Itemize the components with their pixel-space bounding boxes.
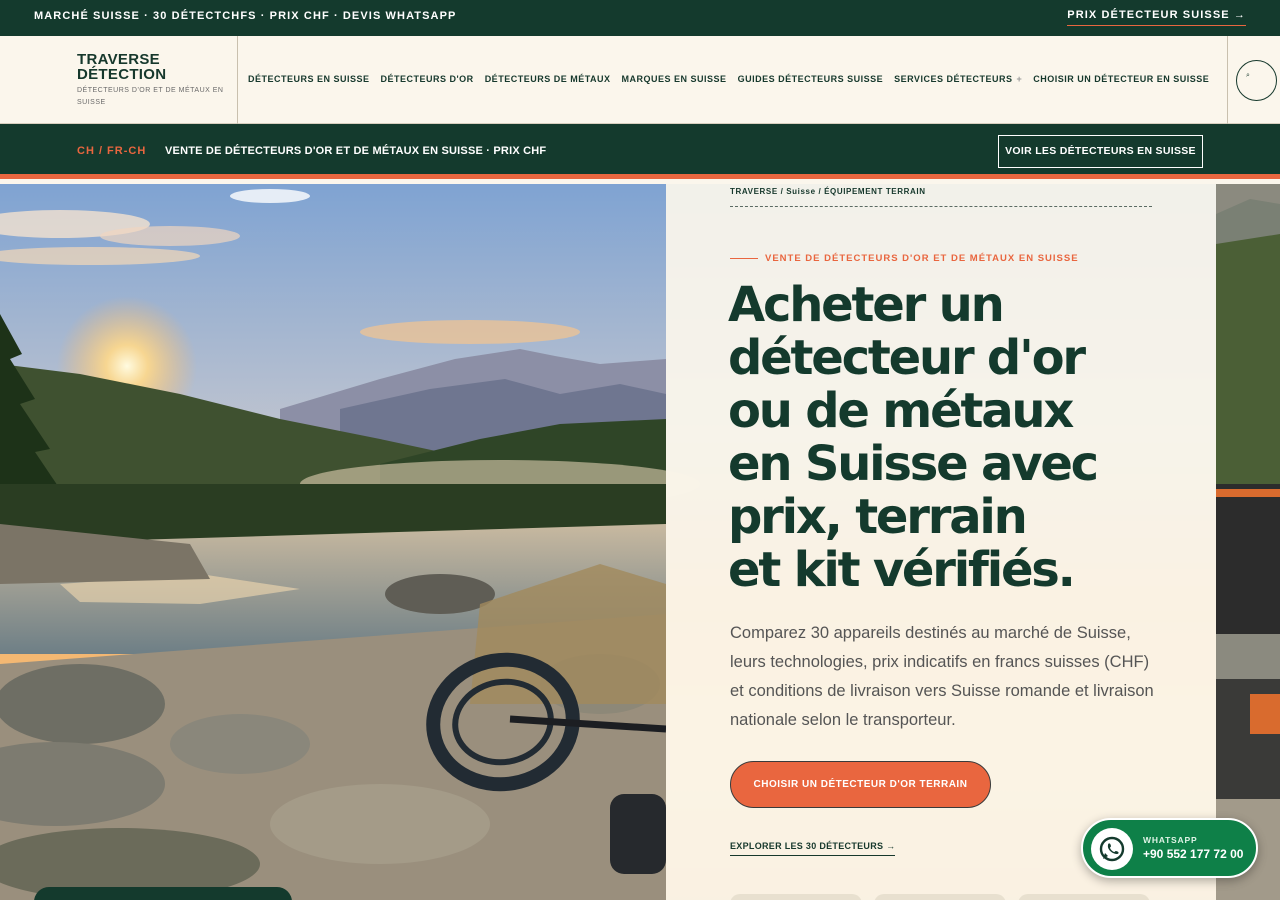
hero-title-line: prix, terrain xyxy=(728,489,1028,545)
nav-item-detecteurs-or[interactable]: DÉTECTEURS D'OR xyxy=(381,74,474,84)
hero-title-line: en Suisse avec xyxy=(728,436,1099,492)
hero-pill-row xyxy=(730,894,1150,900)
main-nav: DÉTECTEURS EN SUISSE DÉTECTEURS D'OR DÉT… xyxy=(248,74,1209,84)
band-message: VENTE DE DÉTECTEURS D'OR ET DE MÉTAUX EN… xyxy=(165,145,547,157)
breadcrumb[interactable]: TRAVERSE / Suisse / ÉQUIPEMENT TERRAIN xyxy=(730,187,926,196)
hero-title-line: et kit vérifiés. xyxy=(728,542,1076,598)
nav-item-guides[interactable]: GUIDES DÉTECTEURS SUISSE xyxy=(738,74,884,84)
whatsapp-icon xyxy=(1091,828,1133,870)
locale-band: CH / FR-CH VENTE DE DÉTECTEURS D'OR ET D… xyxy=(0,124,1280,179)
hero-pill[interactable] xyxy=(1018,894,1150,900)
nav-item-marques[interactable]: MARQUES EN SUISSE xyxy=(622,74,727,84)
brand-name-line1: TRAVERSE xyxy=(77,51,160,68)
hero-eyebrow: VENTE DE DÉTECTEURS D'OR ET DE MÉTAUX EN… xyxy=(730,253,1079,264)
hero-lead-paragraph: Comparez 30 appareils destinés au marché… xyxy=(730,624,1154,729)
view-detectors-button[interactable]: VOIR LES DÉTECTEURS EN SUISSE xyxy=(998,135,1203,168)
nav-item-services[interactable]: SERVICES DÉTECTEURS + xyxy=(894,74,1022,84)
whatsapp-label: WHATSAPP xyxy=(1143,835,1198,845)
nav-item-detecteurs-suisse[interactable]: DÉTECTEURS EN SUISSE xyxy=(248,74,370,84)
topbar-price-link[interactable]: PRIX DÉTECTEUR SUISSE → xyxy=(1067,9,1246,26)
eyebrow-line xyxy=(730,258,758,259)
hero-title-line: détecteur d'or xyxy=(728,330,1086,386)
header-divider-right xyxy=(1227,36,1228,124)
header-divider-left xyxy=(237,36,238,124)
whatsapp-button[interactable]: WHATSAPP +90 552 177 72 00 xyxy=(1081,818,1258,878)
hero-title-line: ou de métaux xyxy=(728,383,1074,439)
locale-label[interactable]: CH / FR-CH xyxy=(77,145,146,157)
hero-pill[interactable] xyxy=(874,894,1006,900)
nav-item-services-label: SERVICES DÉTECTEURS xyxy=(894,74,1013,84)
brand-logo[interactable]: TRAVERSE DÉTECTION DÉTECTEURS D'OR ET DE… xyxy=(77,52,237,109)
breadcrumb-divider xyxy=(730,206,1152,207)
eyebrow-text: VENTE DE DÉTECTEURS D'OR ET DE MÉTAUX EN… xyxy=(765,253,1079,264)
site-header: TRAVERSE DÉTECTION DÉTECTEURS D'OR ET DE… xyxy=(0,36,1280,124)
brand-name-line2: DÉTECTION xyxy=(77,66,167,83)
hero-title-line: Acheter un xyxy=(728,277,1005,333)
bottom-floating-badge[interactable] xyxy=(34,887,292,900)
topbar-announcement: MARCHÉ SUISSE · 30 DÉTECTCHFS · PRIX CHF… xyxy=(34,10,457,22)
hero-title: Acheter un détecteur d'or ou de métaux e… xyxy=(728,279,1168,597)
nav-item-choisir[interactable]: CHOISIR UN DÉTECTEUR EN SUISSE xyxy=(1033,74,1209,84)
choose-gold-detector-button[interactable]: CHOISIR UN DÉTECTEUR D'OR TERRAIN xyxy=(730,761,991,808)
hero-section: TRAVERSE / Suisse / ÉQUIPEMENT TERRAIN V… xyxy=(0,184,1280,900)
nav-item-detecteurs-metaux[interactable]: DÉTECTEURS DE MÉTAUX xyxy=(485,74,611,84)
whatsapp-number: +90 552 177 72 00 xyxy=(1143,847,1244,861)
search-button[interactable]: ⌕ xyxy=(1236,60,1277,101)
hero-pill[interactable] xyxy=(730,894,862,900)
top-announcement-bar: MARCHÉ SUISSE · 30 DÉTECTCHFS · PRIX CHF… xyxy=(0,0,1280,36)
brand-tagline: DÉTECTEURS D'OR ET DE MÉTAUX EN SUISSE xyxy=(77,87,224,106)
plus-icon: + xyxy=(1016,74,1023,84)
search-icon: ⌕ xyxy=(1246,72,1250,79)
hero-content-panel: TRAVERSE / Suisse / ÉQUIPEMENT TERRAIN V… xyxy=(666,184,1216,900)
explore-detectors-link[interactable]: EXPLORER LES 30 DÉTECTEURS → xyxy=(730,841,896,856)
